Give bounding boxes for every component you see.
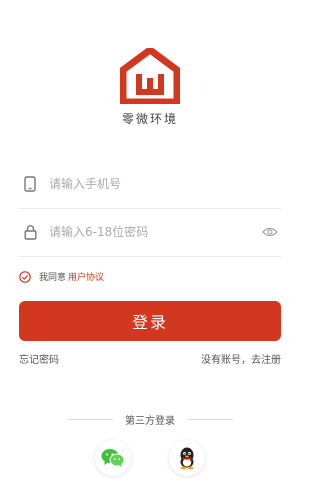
divider-left [67, 419, 113, 420]
lock-icon [21, 223, 39, 241]
agreement-row: 我同意 用户协议 [19, 270, 104, 283]
account-links: 忘记密码 没有账号，去注册 [19, 351, 281, 366]
qq-login-button[interactable] [169, 440, 205, 476]
agreement-prefix: 我同意 [39, 273, 67, 283]
phone-input[interactable] [49, 174, 281, 194]
wechat-login-button[interactable] [95, 440, 131, 476]
wechat-icon [101, 449, 125, 467]
register-link[interactable]: 没有账号，去注册 [201, 351, 281, 366]
phone-field[interactable] [19, 160, 281, 209]
third-party-header: 第三方登录 [0, 412, 300, 427]
eye-icon[interactable] [261, 225, 279, 239]
house-w-logo-icon [120, 48, 180, 104]
social-login-row [0, 440, 300, 476]
qq-icon [180, 447, 194, 470]
password-field[interactable] [19, 208, 281, 257]
login-screen: 零微环境 请输入手机号 我同意 用户协议 登录 忘记密码 没有账号，去注册 第三… [0, 0, 300, 500]
check-circle-icon[interactable] [19, 270, 31, 283]
app-name: 零微环境 [121, 112, 178, 126]
forgot-password-link[interactable]: 忘记密码 [19, 351, 59, 366]
user-agreement-link[interactable]: 用户协议 [68, 270, 104, 283]
divider-right [187, 419, 233, 420]
login-button[interactable]: 登录 [19, 301, 281, 341]
logo-block: 零微环境 [0, 48, 300, 127]
third-party-title: 第三方登录 [125, 416, 175, 427]
password-input[interactable] [49, 222, 261, 242]
phone-icon [21, 175, 39, 193]
